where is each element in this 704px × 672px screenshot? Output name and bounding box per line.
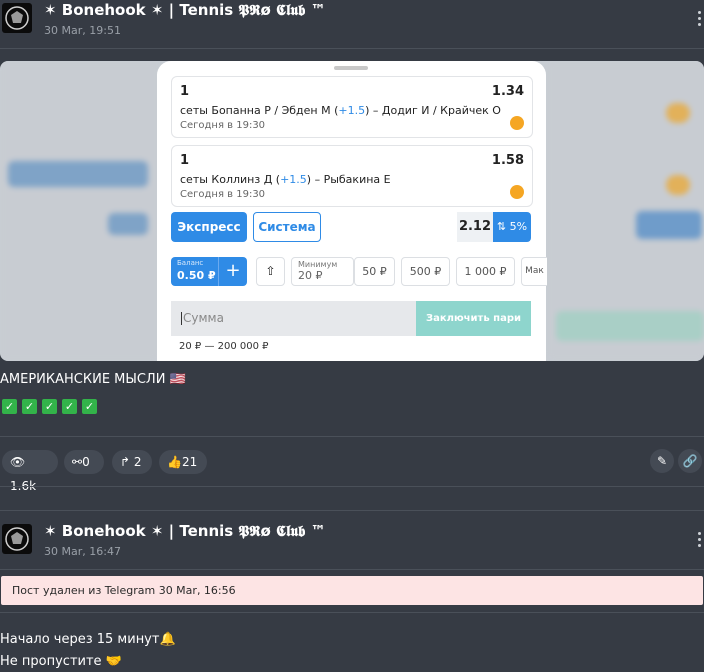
check-icon: ✓ — [62, 399, 77, 414]
post-header: ✶ Bonehook ✶ | Tennis 𝕻𝕽ø 𝕮𝖑𝖚𝖇 ™ 30 Mar,… — [0, 522, 704, 562]
eye-icon: 👁 — [10, 455, 26, 469]
bet-time: Сегодня в 19:30 — [180, 189, 266, 200]
express-button[interactable]: Экспресс — [171, 212, 247, 242]
forwards-counter[interactable]: ↱ 2 — [112, 450, 152, 474]
drag-handle[interactable] — [334, 66, 368, 70]
check-emojis: ✓ ✓ ✓ ✓ ✓ — [2, 395, 102, 414]
add-balance-button[interactable]: + — [218, 257, 247, 286]
bet-market: сеты Бопанна Р / Эбден М (+1.5) – Додиг … — [180, 104, 501, 117]
system-button[interactable]: Система — [253, 212, 321, 242]
check-icon: ✓ — [22, 399, 37, 414]
quick-amount-button[interactable]: Мак 200 — [521, 257, 547, 286]
amount-range: 20 ₽ — 200 000 ₽ — [179, 341, 269, 352]
total-odds: 2.12 — [457, 212, 493, 242]
post-date: 30 Mar, 16:47 — [44, 545, 121, 558]
check-icon: ✓ — [2, 399, 17, 414]
kebab-icon[interactable] — [698, 532, 702, 550]
quick-amount-button[interactable]: 1 000 ₽ — [456, 257, 515, 286]
post-text-line: Начало через 15 минут🔔 — [0, 632, 176, 647]
bet-number: 1 — [180, 84, 190, 99]
quick-amount-button[interactable]: 50 ₽ — [354, 257, 395, 286]
divider — [0, 510, 704, 511]
post-header: ✶ Bonehook ✶ | Tennis 𝕻𝕽ø 𝕮𝖑𝖚𝖇 ™ 30 Mar,… — [0, 1, 704, 41]
balance-label: Баланс — [177, 259, 204, 267]
divider — [0, 569, 704, 570]
post-text: АМЕРИКАНСКИЕ МЫСЛИ 🇺🇸 — [0, 372, 186, 387]
kebab-icon[interactable] — [698, 11, 702, 29]
thumbs-up-icon: 👍 — [167, 455, 182, 469]
balance-widget[interactable]: Баланс 0.50 ₽ + — [171, 257, 247, 286]
bet-item[interactable]: 1 1.58 сеты Коллинз Д (+1.5) – Рыбакина … — [171, 145, 533, 207]
check-icon: ✓ — [42, 399, 57, 414]
pencil-icon[interactable]: ✎ — [650, 449, 674, 473]
channel-avatar[interactable] — [2, 3, 32, 33]
reactions-counter[interactable]: 👍21 — [159, 450, 207, 474]
check-icon: ✓ — [82, 399, 97, 414]
bet-item[interactable]: 1 1.34 сеты Бопанна Р / Эбден М (+1.5) –… — [171, 76, 533, 138]
coin-icon — [510, 116, 524, 130]
bet-slip: 1 1.34 сеты Бопанна Р / Эбден М (+1.5) –… — [157, 61, 547, 361]
quick-amount-button[interactable]: 500 ₽ — [401, 257, 450, 286]
link-icon[interactable]: 🔗 — [678, 449, 702, 473]
sum-input[interactable]: Сумма — [171, 301, 417, 336]
bet-odds: 1.34 — [491, 84, 524, 99]
forward-icon: ↱ — [120, 455, 131, 469]
minimum-amount[interactable]: Минимум 20 ₽ — [291, 257, 354, 286]
coin-icon — [510, 185, 524, 199]
bet-market: сеты Коллинз Д (+1.5) – Рыбакина Е — [180, 173, 391, 186]
post-date: 30 Mar, 19:51 — [44, 24, 121, 37]
divider — [0, 48, 704, 49]
bet-time: Сегодня в 19:30 — [180, 120, 266, 131]
balance-value: 0.50 ₽ — [177, 269, 216, 282]
place-bet-button[interactable]: Заключить пари — [416, 301, 531, 336]
bet-odds: 1.58 — [491, 153, 524, 168]
percent-button[interactable]: ⇅ 5% — [493, 212, 531, 242]
channel-name[interactable]: ✶ Bonehook ✶ | Tennis 𝕻𝕽ø 𝕮𝖑𝖚𝖇 ™ — [44, 522, 326, 540]
post-text-line: Не пропустите 🤝 — [0, 654, 122, 669]
bet-number: 1 — [180, 153, 190, 168]
post-image[interactable]: 1 1.34 сеты Бопанна Р / Эбден М (+1.5) –… — [0, 61, 704, 361]
channel-name[interactable]: ✶ Bonehook ✶ | Tennis 𝕻𝕽ø 𝕮𝖑𝖚𝖇 ™ — [44, 1, 326, 19]
channel-avatar[interactable] — [2, 524, 32, 554]
divider — [0, 612, 704, 613]
views-counter[interactable]: 👁 1.6k — [2, 450, 58, 493]
divider — [0, 436, 704, 437]
share-icon[interactable]: ⇧ — [256, 257, 285, 286]
share-icon: ⚯ — [72, 455, 83, 469]
divider — [0, 486, 704, 487]
deleted-notice: Пост удален из Telegram 30 Mar, 16:56 — [1, 576, 703, 605]
shares-counter[interactable]: ⚯0 — [64, 450, 104, 474]
